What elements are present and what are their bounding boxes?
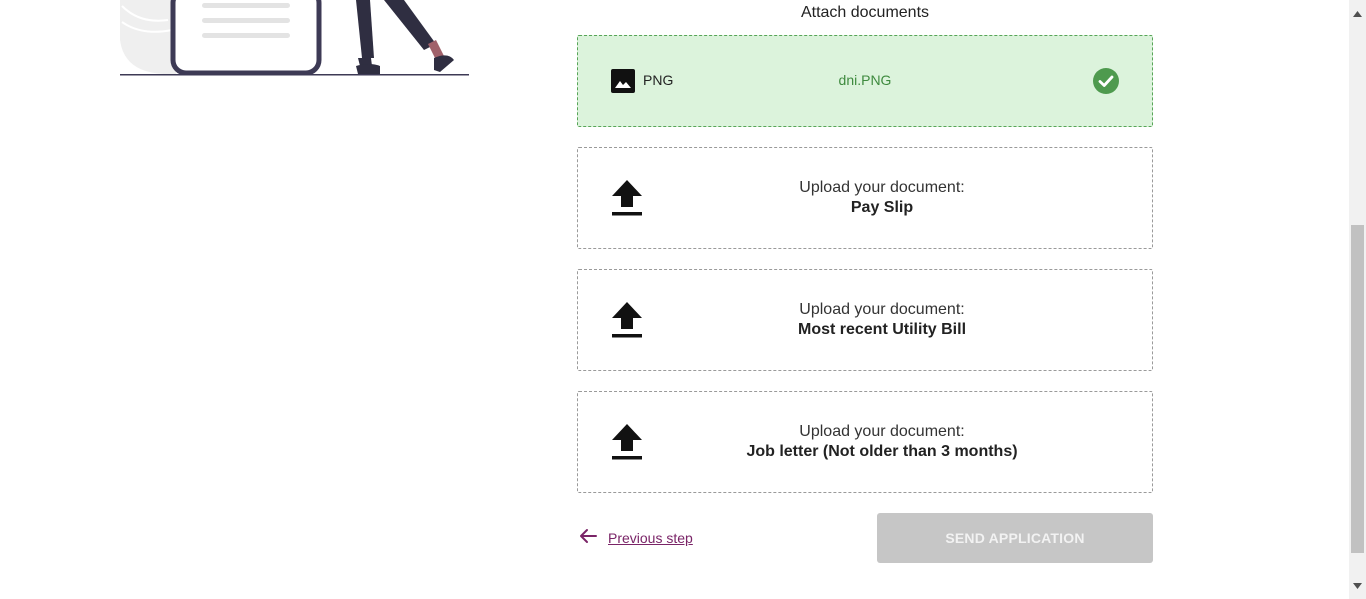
- upload-prompt-label: Upload your document:: [799, 423, 965, 440]
- scroll-down-arrow-icon[interactable]: [1353, 576, 1362, 594]
- upload-pay-slip-card[interactable]: Upload your document: Pay Slip: [577, 147, 1153, 249]
- document-name-label: Pay Slip: [850, 199, 914, 216]
- attach-documents-title: Attach documents: [800, 4, 930, 21]
- upload-prompt-label: Upload your document:: [799, 179, 965, 196]
- upload-job-letter-card[interactable]: Upload your document: Job letter (Not ol…: [577, 391, 1153, 493]
- send-application-button[interactable]: SEND APPLICATION: [877, 513, 1153, 563]
- page-scrollbar[interactable]: [1349, 0, 1366, 599]
- scrollbar-thumb[interactable]: [1351, 225, 1364, 553]
- documents-illustration: [118, 0, 470, 78]
- upload-prompt-label: Upload your document:: [799, 301, 965, 318]
- previous-step-label[interactable]: Previous step: [608, 530, 693, 546]
- arrow-left-icon: [578, 528, 598, 549]
- scroll-up-arrow-icon[interactable]: [1353, 4, 1362, 22]
- document-name-label: Job letter (Not older than 3 months): [746, 443, 1018, 460]
- check-circle-icon: [1093, 68, 1119, 99]
- previous-step-link[interactable]: Previous step: [578, 526, 693, 550]
- document-name-label: Most recent Utility Bill: [797, 321, 967, 338]
- upload-utility-bill-card[interactable]: Upload your document: Most recent Utilit…: [577, 269, 1153, 371]
- file-name-label: dni.PNG: [838, 72, 892, 88]
- attached-document-card[interactable]: PNG dni.PNG: [577, 35, 1153, 127]
